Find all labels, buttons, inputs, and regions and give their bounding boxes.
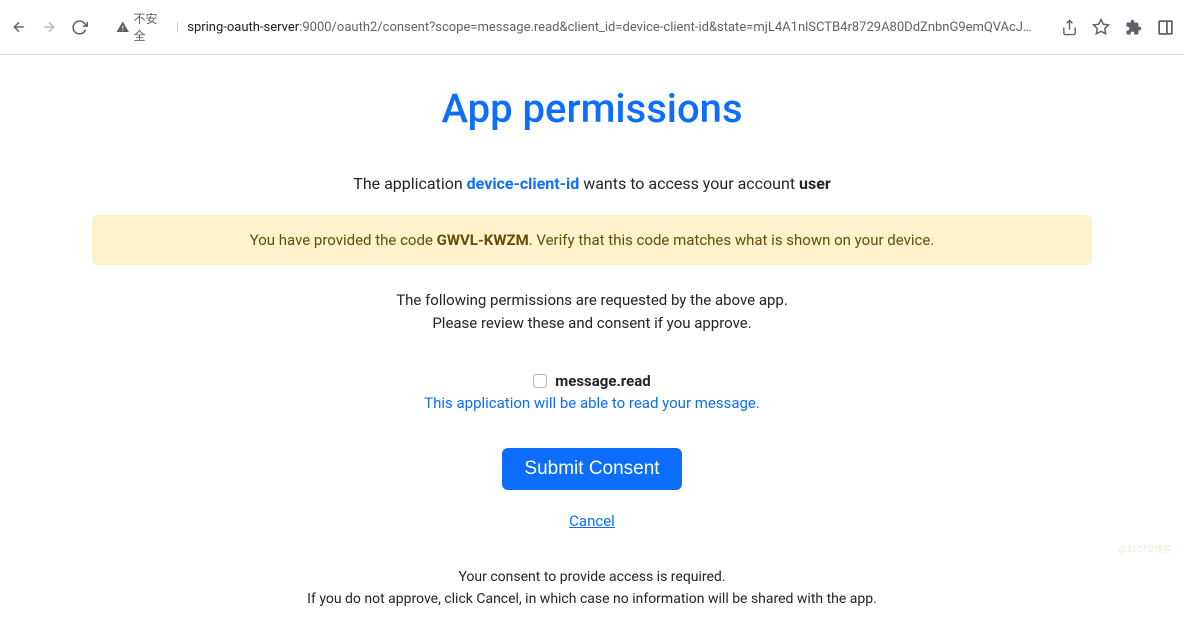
permission-description: This application will be able to read yo… bbox=[92, 394, 1092, 412]
cancel-link[interactable]: Cancel bbox=[92, 512, 1092, 530]
permission-name: message.read bbox=[555, 372, 650, 390]
device-code-alert: You have provided the code GWVL-KWZM. Ve… bbox=[92, 215, 1092, 265]
star-icon[interactable] bbox=[1092, 18, 1110, 36]
permission-instructions: The following permissions are requested … bbox=[92, 289, 1092, 334]
url-bar[interactable]: 不安全 | spring-oauth-server:9000/oauth2/co… bbox=[106, 6, 1042, 48]
footer-text: Your consent to provide access is requir… bbox=[92, 566, 1092, 611]
browser-toolbar: 不安全 | spring-oauth-server:9000/oauth2/co… bbox=[0, 0, 1184, 55]
panel-icon[interactable] bbox=[1156, 18, 1174, 36]
device-code-value: GWVL-KWZM bbox=[437, 231, 529, 249]
share-icon[interactable] bbox=[1060, 18, 1078, 36]
submit-consent-button[interactable]: Submit Consent bbox=[502, 448, 681, 490]
reload-icon[interactable] bbox=[70, 18, 88, 36]
user-name-label: user bbox=[799, 174, 831, 193]
toolbar-right bbox=[1060, 18, 1174, 36]
forward-icon[interactable] bbox=[40, 18, 58, 36]
app-access-line: The application device-client-id wants t… bbox=[92, 174, 1092, 193]
permission-row: message.read bbox=[92, 372, 1092, 390]
security-warning-icon: 不安全 bbox=[116, 10, 168, 44]
permission-checkbox[interactable] bbox=[533, 374, 547, 388]
url-divider: | bbox=[176, 20, 179, 35]
extensions-icon[interactable] bbox=[1124, 18, 1142, 36]
consent-content: App permissions The application device-c… bbox=[32, 55, 1152, 631]
security-label: 不安全 bbox=[133, 10, 168, 44]
back-icon[interactable] bbox=[10, 18, 28, 36]
url-text: spring-oauth-server:9000/oauth2/consent?… bbox=[187, 20, 1032, 35]
client-id: device-client-id bbox=[467, 174, 580, 193]
watermark: @51CTO博客 bbox=[1119, 542, 1172, 555]
page-title: App permissions bbox=[92, 85, 1092, 132]
